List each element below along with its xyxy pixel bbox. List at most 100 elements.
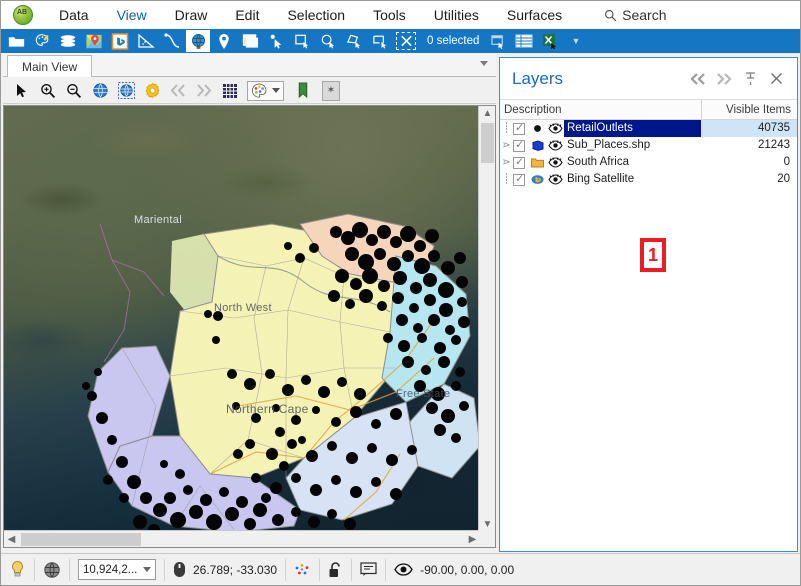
menu-item-utilities[interactable]: Utilities	[420, 3, 493, 27]
star-icon: ✶	[326, 85, 336, 96]
add-point-button[interactable]	[212, 30, 236, 52]
layers-panel-header: Layers	[500, 58, 797, 100]
open-table-button[interactable]	[512, 30, 536, 52]
select-box-button[interactable]	[368, 30, 392, 52]
table-row[interactable]: ┊ Bing Satellite 20	[500, 171, 797, 188]
menu-item-draw[interactable]: Draw	[161, 3, 222, 27]
messages-button[interactable]	[352, 554, 385, 586]
app-logo[interactable]	[1, 1, 45, 29]
select-by-attribute-icon	[491, 34, 504, 49]
folder-icon	[529, 157, 546, 168]
clear-selection-button[interactable]	[394, 30, 418, 52]
table-row[interactable]: ⋗ Sub_Places.shp 21243	[500, 137, 797, 154]
menu-item-view[interactable]: View	[103, 3, 161, 27]
map-view[interactable]: Mariental North West Northern Cape Weste…	[3, 105, 496, 548]
zoom-to-selection-tool[interactable]	[113, 80, 139, 102]
select-box-icon	[372, 35, 386, 49]
select-circle-button[interactable]	[316, 30, 340, 52]
google-maps-button[interactable]	[82, 30, 106, 52]
bing-maps-button[interactable]	[108, 30, 132, 52]
snap-icon	[295, 563, 309, 574]
menu-item-tools[interactable]: Tools	[359, 3, 420, 27]
column-description[interactable]: Description	[500, 104, 701, 116]
visibility-eye-icon[interactable]	[546, 123, 564, 134]
bookmark-button[interactable]	[290, 80, 316, 102]
chevron-down-icon[interactable]	[143, 567, 151, 572]
favorite-button[interactable]: ✶	[322, 80, 340, 101]
scroll-left-icon[interactable]: ◀	[4, 531, 19, 547]
visibility-eye-icon[interactable]	[546, 157, 564, 168]
layer-name[interactable]: South Africa	[564, 154, 701, 171]
pan-select-tool[interactable]	[9, 80, 35, 102]
palette-icon	[252, 83, 267, 98]
panel-next-button[interactable]	[711, 66, 737, 92]
visibility-eye-icon[interactable]	[546, 174, 564, 185]
view-angles: -90.00, 0.00, 0.00	[386, 554, 522, 586]
layer-checkbox[interactable]	[513, 121, 525, 135]
previous-extent-button[interactable]	[165, 80, 191, 102]
zoom-in-tool[interactable]	[35, 80, 61, 102]
map-vertical-scrollbar[interactable]: ▲ ▼	[478, 106, 495, 532]
globe-view-button[interactable]	[186, 30, 210, 52]
note-button[interactable]	[238, 30, 262, 52]
lock-toggle[interactable]	[320, 554, 351, 586]
cursor-coordinates: 26.789; -33.030	[165, 554, 285, 586]
menu-bar: Data View Draw Edit Selection Tools Util…	[1, 1, 800, 29]
column-visible-items[interactable]: Visible Items	[701, 99, 797, 120]
style-button[interactable]	[30, 30, 54, 52]
search-box[interactable]: Search	[604, 7, 666, 23]
view-settings-button[interactable]	[139, 80, 165, 102]
projection-button[interactable]	[35, 554, 69, 586]
menu-item-data[interactable]: Data	[45, 3, 103, 27]
lightbulb-icon	[12, 560, 23, 577]
table-row[interactable]: ┊ RetailOutlets 40735	[500, 120, 797, 137]
vscroll-thumb[interactable]	[481, 123, 494, 163]
select-point-button[interactable]	[264, 30, 288, 52]
grid-toggle-button[interactable]	[217, 80, 243, 102]
curve-tool-button[interactable]	[160, 30, 184, 52]
open-folder-icon	[8, 36, 24, 47]
toolbar-overflow-button[interactable]: ▼	[571, 36, 580, 46]
open-project-button[interactable]	[4, 30, 28, 52]
layer-name[interactable]: Bing Satellite	[564, 171, 701, 188]
palette-dropdown-button[interactable]	[247, 80, 284, 101]
panel-previous-button[interactable]	[685, 66, 711, 92]
panel-close-button[interactable]	[763, 66, 789, 92]
tree-expander[interactable]: ⋗	[500, 140, 513, 151]
chevron-down-icon[interactable]	[480, 61, 488, 66]
menu-item-edit[interactable]: Edit	[221, 3, 273, 27]
snapping-toggle[interactable]	[286, 554, 319, 586]
tips-toggle[interactable]	[1, 554, 34, 586]
measure-button[interactable]	[134, 30, 158, 52]
zoom-full-extent-tool[interactable]	[87, 80, 113, 102]
zoom-out-tool[interactable]	[61, 80, 87, 102]
menu-item-selection[interactable]: Selection	[273, 3, 359, 27]
scroll-up-icon[interactable]: ▲	[479, 106, 495, 121]
layer-checkbox[interactable]	[513, 155, 525, 169]
tree-expander[interactable]: ⋗	[500, 157, 513, 168]
menu-item-surfaces[interactable]: Surfaces	[493, 3, 576, 27]
layer-checkbox[interactable]	[513, 138, 525, 152]
select-rectangle-button[interactable]	[290, 30, 314, 52]
panel-pin-button[interactable]	[737, 66, 763, 92]
layers-button[interactable]	[56, 30, 80, 52]
previous-extent-icon	[170, 84, 185, 97]
select-polygon-button[interactable]	[342, 30, 366, 52]
layer-name[interactable]: RetailOutlets	[564, 120, 701, 137]
next-extent-button[interactable]	[191, 80, 217, 102]
export-excel-button[interactable]	[538, 30, 562, 52]
select-by-attribute-button[interactable]	[486, 30, 510, 52]
layers-stack-icon	[60, 35, 76, 47]
map-pin-icon	[219, 33, 229, 49]
hscroll-thumb[interactable]	[21, 533, 141, 546]
tab-main-view[interactable]: Main View	[7, 55, 93, 77]
map-horizontal-scrollbar[interactable]: ◀ ▶	[4, 530, 480, 547]
map-canvas[interactable]: Mariental North West Northern Cape Weste…	[4, 106, 480, 532]
layer-checkbox[interactable]	[513, 172, 525, 186]
coordinates-text: 26.789; -33.030	[193, 562, 278, 577]
layer-name[interactable]: Sub_Places.shp	[564, 137, 701, 154]
table-row[interactable]: ⋗ South Africa 0	[500, 154, 797, 171]
chevron-down-icon[interactable]	[272, 88, 280, 93]
scale-combo[interactable]: 10,924,2...	[78, 559, 156, 580]
visibility-eye-icon[interactable]	[546, 140, 564, 151]
